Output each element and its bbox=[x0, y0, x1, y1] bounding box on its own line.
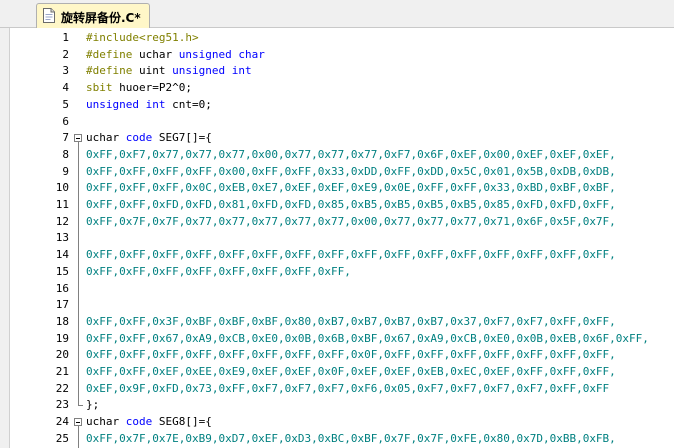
code-token: SEG7[]={ bbox=[152, 131, 212, 145]
code-line[interactable] bbox=[86, 281, 674, 297]
code-token: #define bbox=[86, 47, 139, 61]
code-area[interactable]: #include<reg51.h> #define uchar unsigned … bbox=[86, 28, 674, 448]
line-number: 16 bbox=[55, 281, 69, 295]
code-line[interactable]: 0xFF,0x7F,0x7E,0xB9,0xD7,0xEF,0xD3,0xBC,… bbox=[86, 431, 674, 447]
code-token: #define bbox=[86, 64, 139, 78]
code-token: unsigned int bbox=[172, 64, 252, 78]
left-margin bbox=[0, 28, 10, 448]
line-number: 20 bbox=[55, 348, 69, 362]
line-number: 15 bbox=[55, 264, 69, 278]
line-number: 22 bbox=[55, 381, 69, 395]
code-editor[interactable]: 1 2 3 4 5 6 7 8 9 10 11 12 13 14 15 16 17 18 19 20 21 22 23 24 2… bbox=[10, 28, 674, 448]
line-number: 5 bbox=[62, 97, 69, 111]
code-token: 0xFF,0xFF,0xFF,0xFF,0xFF,0xFF,0xFF,0xFF,… bbox=[86, 348, 616, 362]
code-line[interactable]: 0xFF,0xF7,0x77,0x77,0x77,0x00,0x77,0x77,… bbox=[86, 147, 674, 163]
line-number: 7 bbox=[62, 131, 69, 145]
code-line[interactable]: 0xFF,0x7F,0x7F,0x77,0x77,0x77,0x77,0x77,… bbox=[86, 214, 674, 230]
line-number: 23 bbox=[55, 398, 69, 412]
code-token: 0xFF,0x7F,0x7F,0x77,0x77,0x77,0x77,0x77,… bbox=[86, 214, 616, 228]
code-line[interactable]: 0xEF,0x9F,0xFD,0x73,0xFF,0xF7,0xF7,0xF7,… bbox=[86, 381, 674, 397]
code-line[interactable]: uchar code SEG8[]={ bbox=[86, 414, 674, 430]
code-token: 0xFF,0xFF,0xFD,0xFD,0x81,0xFD,0xFD,0x85,… bbox=[86, 198, 616, 211]
code-token: code bbox=[125, 415, 153, 429]
code-line[interactable]: 0xFF,0xFF,0xFF,0xFF,0xFF,0xFF,0xFF,0xFF,… bbox=[86, 247, 674, 263]
line-number: 3 bbox=[62, 64, 69, 78]
tab-file[interactable]: 旋转屏备份.C* bbox=[36, 3, 150, 28]
code-line[interactable]: unsigned int cnt=0; bbox=[86, 97, 674, 113]
code-token: #include<reg51.h> bbox=[86, 31, 199, 44]
code-line[interactable] bbox=[86, 297, 674, 313]
line-number: 21 bbox=[55, 365, 69, 378]
code-line[interactable]: #include<reg51.h> bbox=[86, 30, 674, 46]
code-line[interactable]: uchar code SEG7[]={ bbox=[86, 130, 674, 146]
line-number: 11 bbox=[55, 198, 69, 211]
line-number: 12 bbox=[55, 214, 69, 228]
code-token: 0xFF,0xFF,0xFF,0xFF,0xFF,0xFF,0xFF,0xFF,… bbox=[86, 248, 616, 262]
code-line[interactable]: 0xFF,0xFF,0x3F,0xBF,0xBF,0xBF,0x80,0xB7,… bbox=[86, 314, 674, 330]
code-token: uchar bbox=[86, 131, 126, 145]
line-number: 8 bbox=[62, 147, 69, 161]
code-line[interactable]: #define uint unsigned int bbox=[86, 63, 674, 79]
fold-toggle-icon[interactable] bbox=[74, 418, 82, 427]
code-line[interactable]: 0xFF,0xFF,0xFF,0xFF,0xFF,0xFF,0xFF,0xFF,… bbox=[86, 347, 674, 363]
fold-toggle-icon[interactable] bbox=[74, 134, 82, 143]
code-token: uchar bbox=[138, 47, 179, 61]
code-token: 0xFF,0xFF,0x67,0xA9,0xCB,0xE0,0x0B,0x6B,… bbox=[86, 331, 649, 345]
code-line[interactable] bbox=[86, 230, 674, 246]
line-number: 10 bbox=[55, 181, 69, 195]
code-line[interactable] bbox=[86, 114, 674, 130]
code-token: uchar bbox=[86, 415, 126, 429]
code-token: unsigned int bbox=[86, 97, 166, 111]
code-token: 0xFF,0xFF,0xFF,0x0C,0xEB,0xE7,0xEF,0xEF,… bbox=[86, 181, 616, 195]
line-number: 1 bbox=[62, 31, 69, 44]
code-token: 0xEF,0x9F,0xFD,0x73,0xFF,0xF7,0xF7,0xF7,… bbox=[86, 381, 610, 395]
code-token: code bbox=[125, 131, 153, 145]
fold-guide bbox=[78, 426, 79, 448]
code-line[interactable]: 0xFF,0xFF,0xFF,0xFF,0x00,0xFF,0xFF,0x33,… bbox=[86, 164, 674, 180]
code-token: 0xFF,0xFF,0x3F,0xBF,0xBF,0xBF,0x80,0xB7,… bbox=[86, 314, 616, 328]
code-line[interactable]: sbit huoer=P2^0; bbox=[86, 80, 674, 96]
line-number: 9 bbox=[62, 164, 69, 178]
code-token: 0xFF,0xFF,0xEF,0xEE,0xE9,0xEF,0xEF,0x0F,… bbox=[86, 365, 616, 378]
code-token: uint bbox=[138, 64, 173, 78]
fold-guide bbox=[78, 142, 79, 406]
line-number: 14 bbox=[55, 248, 69, 262]
code-line[interactable]: 0xFF,0xFF,0xFD,0xFD,0x81,0xFD,0xFD,0x85,… bbox=[86, 197, 674, 213]
code-token: 0xFF,0xF7,0x77,0x77,0x77,0x00,0x77,0x77,… bbox=[86, 147, 616, 161]
line-number: 13 bbox=[55, 231, 69, 245]
code-line[interactable]: 0xFF,0xFF,0xFF,0xFF,0xFF,0xFF,0xFF,0xFF, bbox=[86, 264, 674, 280]
code-token: huoer=P2^0; bbox=[112, 81, 192, 95]
code-token: 0xFF,0xFF,0xFF,0xFF,0x00,0xFF,0xFF,0x33,… bbox=[86, 164, 616, 178]
line-number: 18 bbox=[55, 314, 69, 328]
line-number: 24 bbox=[55, 415, 69, 429]
line-number: 6 bbox=[62, 114, 69, 128]
tab-label: 旋转屏备份.C* bbox=[61, 11, 141, 25]
code-token: cnt=0; bbox=[165, 97, 212, 111]
code-line[interactable]: 0xFF,0xFF,0x67,0xA9,0xCB,0xE0,0x0B,0x6B,… bbox=[86, 331, 674, 347]
code-line[interactable]: 0xFF,0xFF,0xEF,0xEE,0xE9,0xEF,0xEF,0x0F,… bbox=[86, 364, 674, 380]
code-token: 0xFF,0x7F,0x7E,0xB9,0xD7,0xEF,0xD3,0xBC,… bbox=[86, 431, 616, 445]
line-number-gutter: 1 2 3 4 5 6 7 8 9 10 11 12 13 14 15 16 17 18 19 20 21 22 23 24 2… bbox=[10, 28, 71, 448]
line-number: 4 bbox=[62, 81, 69, 95]
fold-end-marker bbox=[78, 405, 83, 407]
code-token: SEG8[]={ bbox=[152, 415, 212, 429]
code-line[interactable]: 0xFF,0xFF,0xFF,0x0C,0xEB,0xE7,0xEF,0xEF,… bbox=[86, 180, 674, 196]
line-number: 2 bbox=[62, 47, 69, 61]
code-token: 0xFF,0xFF,0xFF,0xFF,0xFF,0xFF,0xFF,0xFF, bbox=[86, 264, 351, 278]
tab-bar: 旋转屏备份.C* bbox=[0, 0, 674, 28]
code-line[interactable]: }; bbox=[86, 397, 674, 413]
code-line[interactable]: #define uchar unsigned char bbox=[86, 47, 674, 63]
code-token: unsigned char bbox=[178, 47, 265, 61]
line-number: 17 bbox=[55, 298, 69, 312]
code-token: sbit bbox=[86, 81, 113, 95]
c-file-icon bbox=[43, 8, 55, 23]
line-number: 25 bbox=[55, 431, 69, 445]
code-token: }; bbox=[86, 398, 100, 412]
line-number: 19 bbox=[55, 331, 69, 345]
